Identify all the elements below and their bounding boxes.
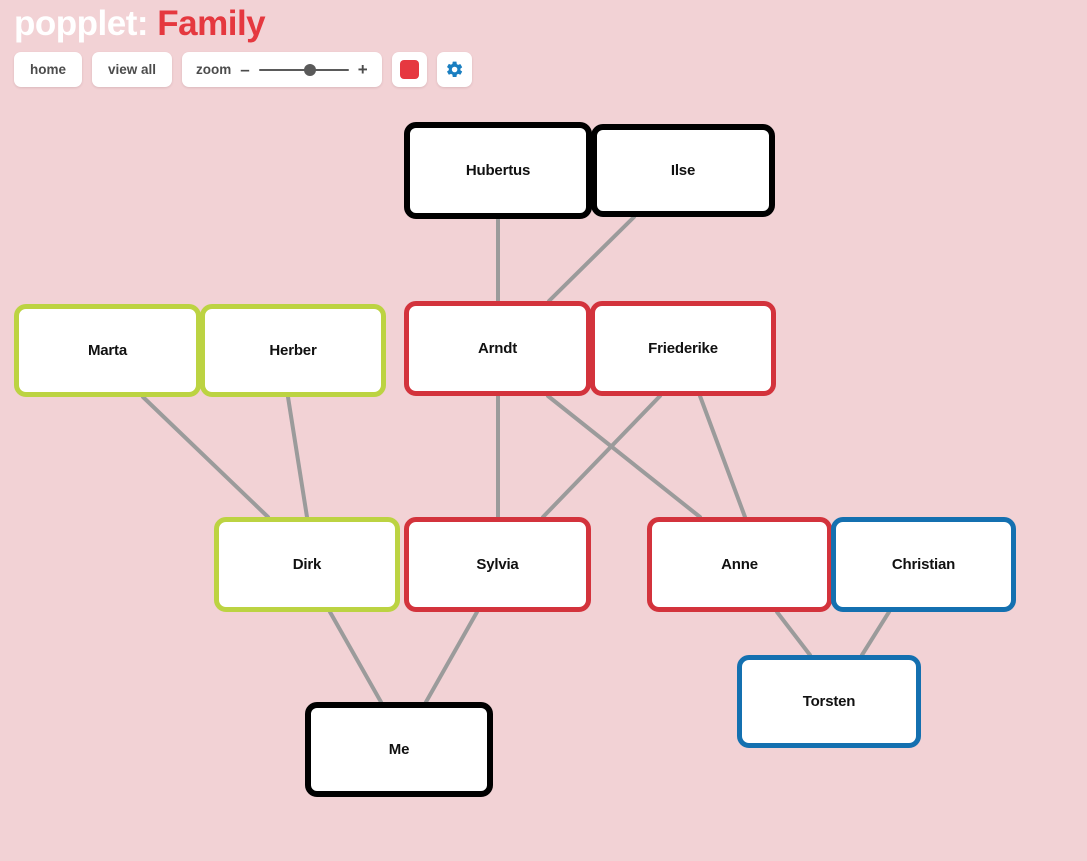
connector-dirk-me <box>328 610 383 704</box>
popplet-node-ilse[interactable]: Ilse <box>591 124 775 217</box>
popplet-node-hubertus[interactable]: Hubertus <box>404 122 592 219</box>
popplet-node-dirk[interactable]: Dirk <box>214 517 400 612</box>
connector-arndt-anne <box>546 394 702 519</box>
connector-herber-dirk <box>286 395 309 519</box>
popplet-node-christian[interactable]: Christian <box>831 517 1016 612</box>
popplet-node-sylvia[interactable]: Sylvia <box>404 517 591 612</box>
popplet-node-label: Anne <box>721 556 758 573</box>
popplet-node-label: Herber <box>269 342 317 359</box>
popplet-node-label: Marta <box>87 342 127 359</box>
popplet-node-label: Me <box>388 741 410 758</box>
connector-anne-torsten <box>775 610 812 657</box>
connector-ilse-arndt <box>547 215 636 303</box>
popplet-node-friederike[interactable]: Friederike <box>590 301 776 396</box>
popplet-node-me[interactable]: Me <box>305 702 493 797</box>
popplet-node-marta[interactable]: Marta <box>14 304 201 397</box>
popplet-node-label: Arndt <box>478 340 517 357</box>
popplet-node-arndt[interactable]: Arndt <box>404 301 591 396</box>
popplet-node-label: Sylvia <box>476 556 519 573</box>
popplet-canvas[interactable]: Hubertus Ilse Marta Herber Arndt Friederike Di… <box>0 0 1087 861</box>
connector-friederike-anne <box>698 394 747 519</box>
popplet-node-label: Christian <box>891 556 956 573</box>
connector-marta-dirk <box>141 395 270 519</box>
popplet-node-anne[interactable]: Anne <box>647 517 832 612</box>
popplet-node-label: Ilse <box>670 162 696 179</box>
popplet-node-label: Hubertus <box>465 162 531 179</box>
popplet-node-label: Torsten <box>802 693 856 710</box>
connector-friederike-sylvia <box>541 394 662 519</box>
connector-christian-torsten <box>860 610 891 657</box>
popplet-node-label: Dirk <box>292 556 322 573</box>
popplet-node-herber[interactable]: Herber <box>200 304 386 397</box>
connector-sylvia-me <box>424 610 479 704</box>
popplet-node-label: Friederike <box>648 340 718 357</box>
popplet-node-torsten[interactable]: Torsten <box>737 655 921 748</box>
